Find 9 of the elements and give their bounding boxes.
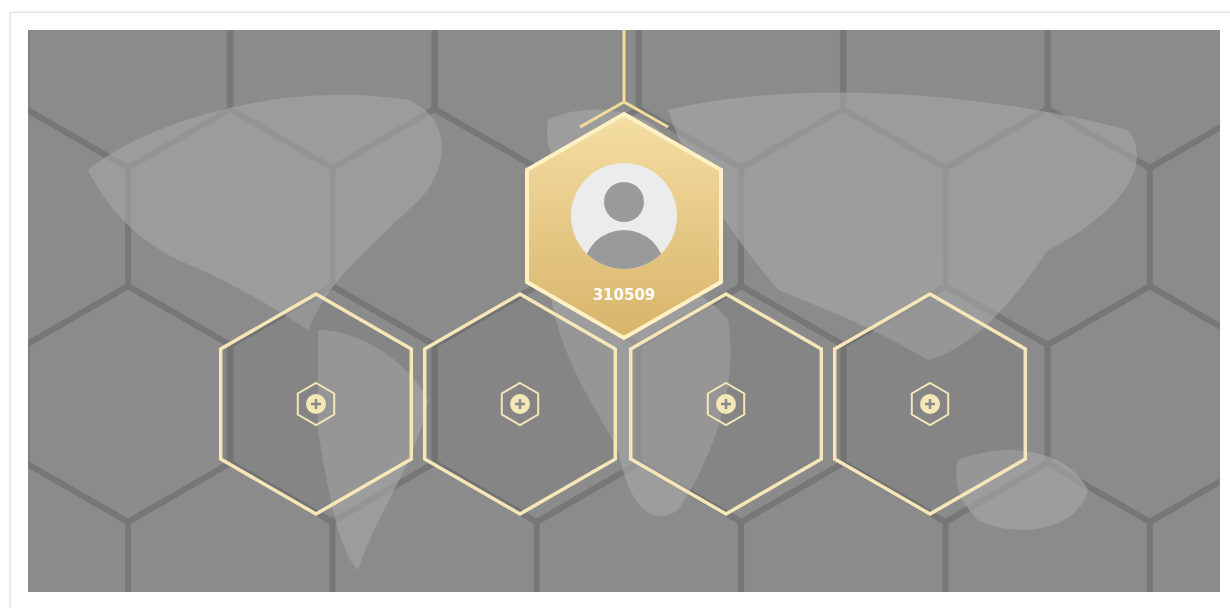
add-icon: [706, 381, 746, 427]
add-icon: [500, 381, 540, 427]
add-icon: [296, 381, 336, 427]
add-icon: [910, 381, 950, 427]
empty-slot[interactable]: [218, 291, 414, 517]
member-id: 310509: [592, 286, 656, 304]
member-node[interactable]: 310509: [525, 112, 723, 340]
empty-slot[interactable]: [832, 291, 1028, 517]
avatar-icon: [571, 163, 677, 269]
